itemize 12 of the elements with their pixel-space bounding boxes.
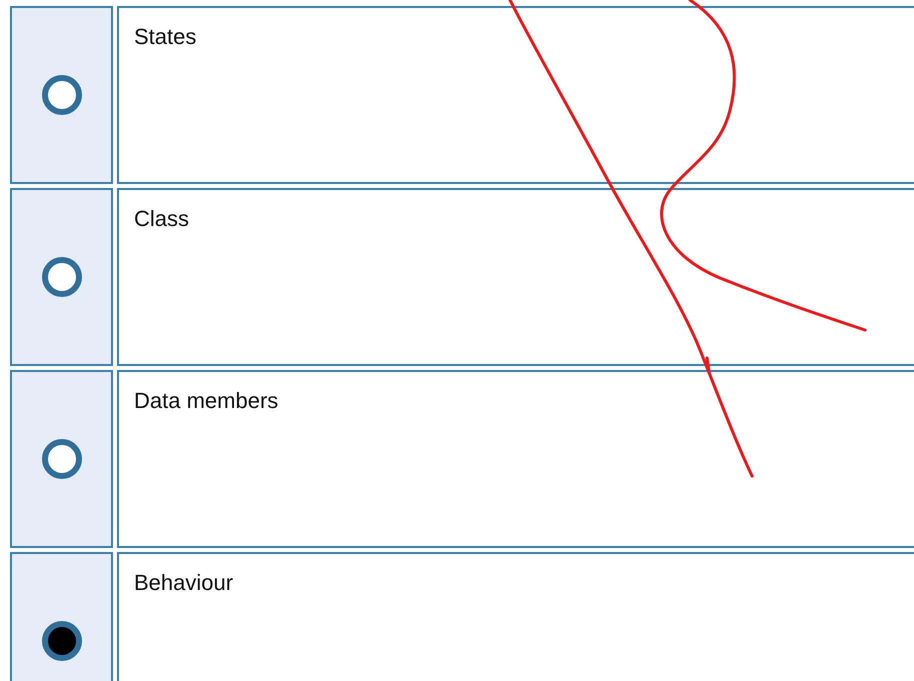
radio-button[interactable]	[42, 75, 82, 115]
option-cell[interactable]: Behaviour	[117, 552, 914, 681]
option-cell[interactable]: Class	[117, 188, 914, 366]
radio-button[interactable]	[42, 257, 82, 297]
radio-button[interactable]	[42, 439, 82, 479]
option-cell[interactable]: States	[117, 6, 914, 184]
option-label: Behaviour	[134, 570, 234, 595]
option-label: States	[134, 24, 196, 49]
option-cell[interactable]: Data members	[117, 370, 914, 548]
option-label: Data members	[134, 388, 278, 413]
radio-button[interactable]	[42, 621, 82, 661]
option-label: Class	[134, 206, 190, 231]
